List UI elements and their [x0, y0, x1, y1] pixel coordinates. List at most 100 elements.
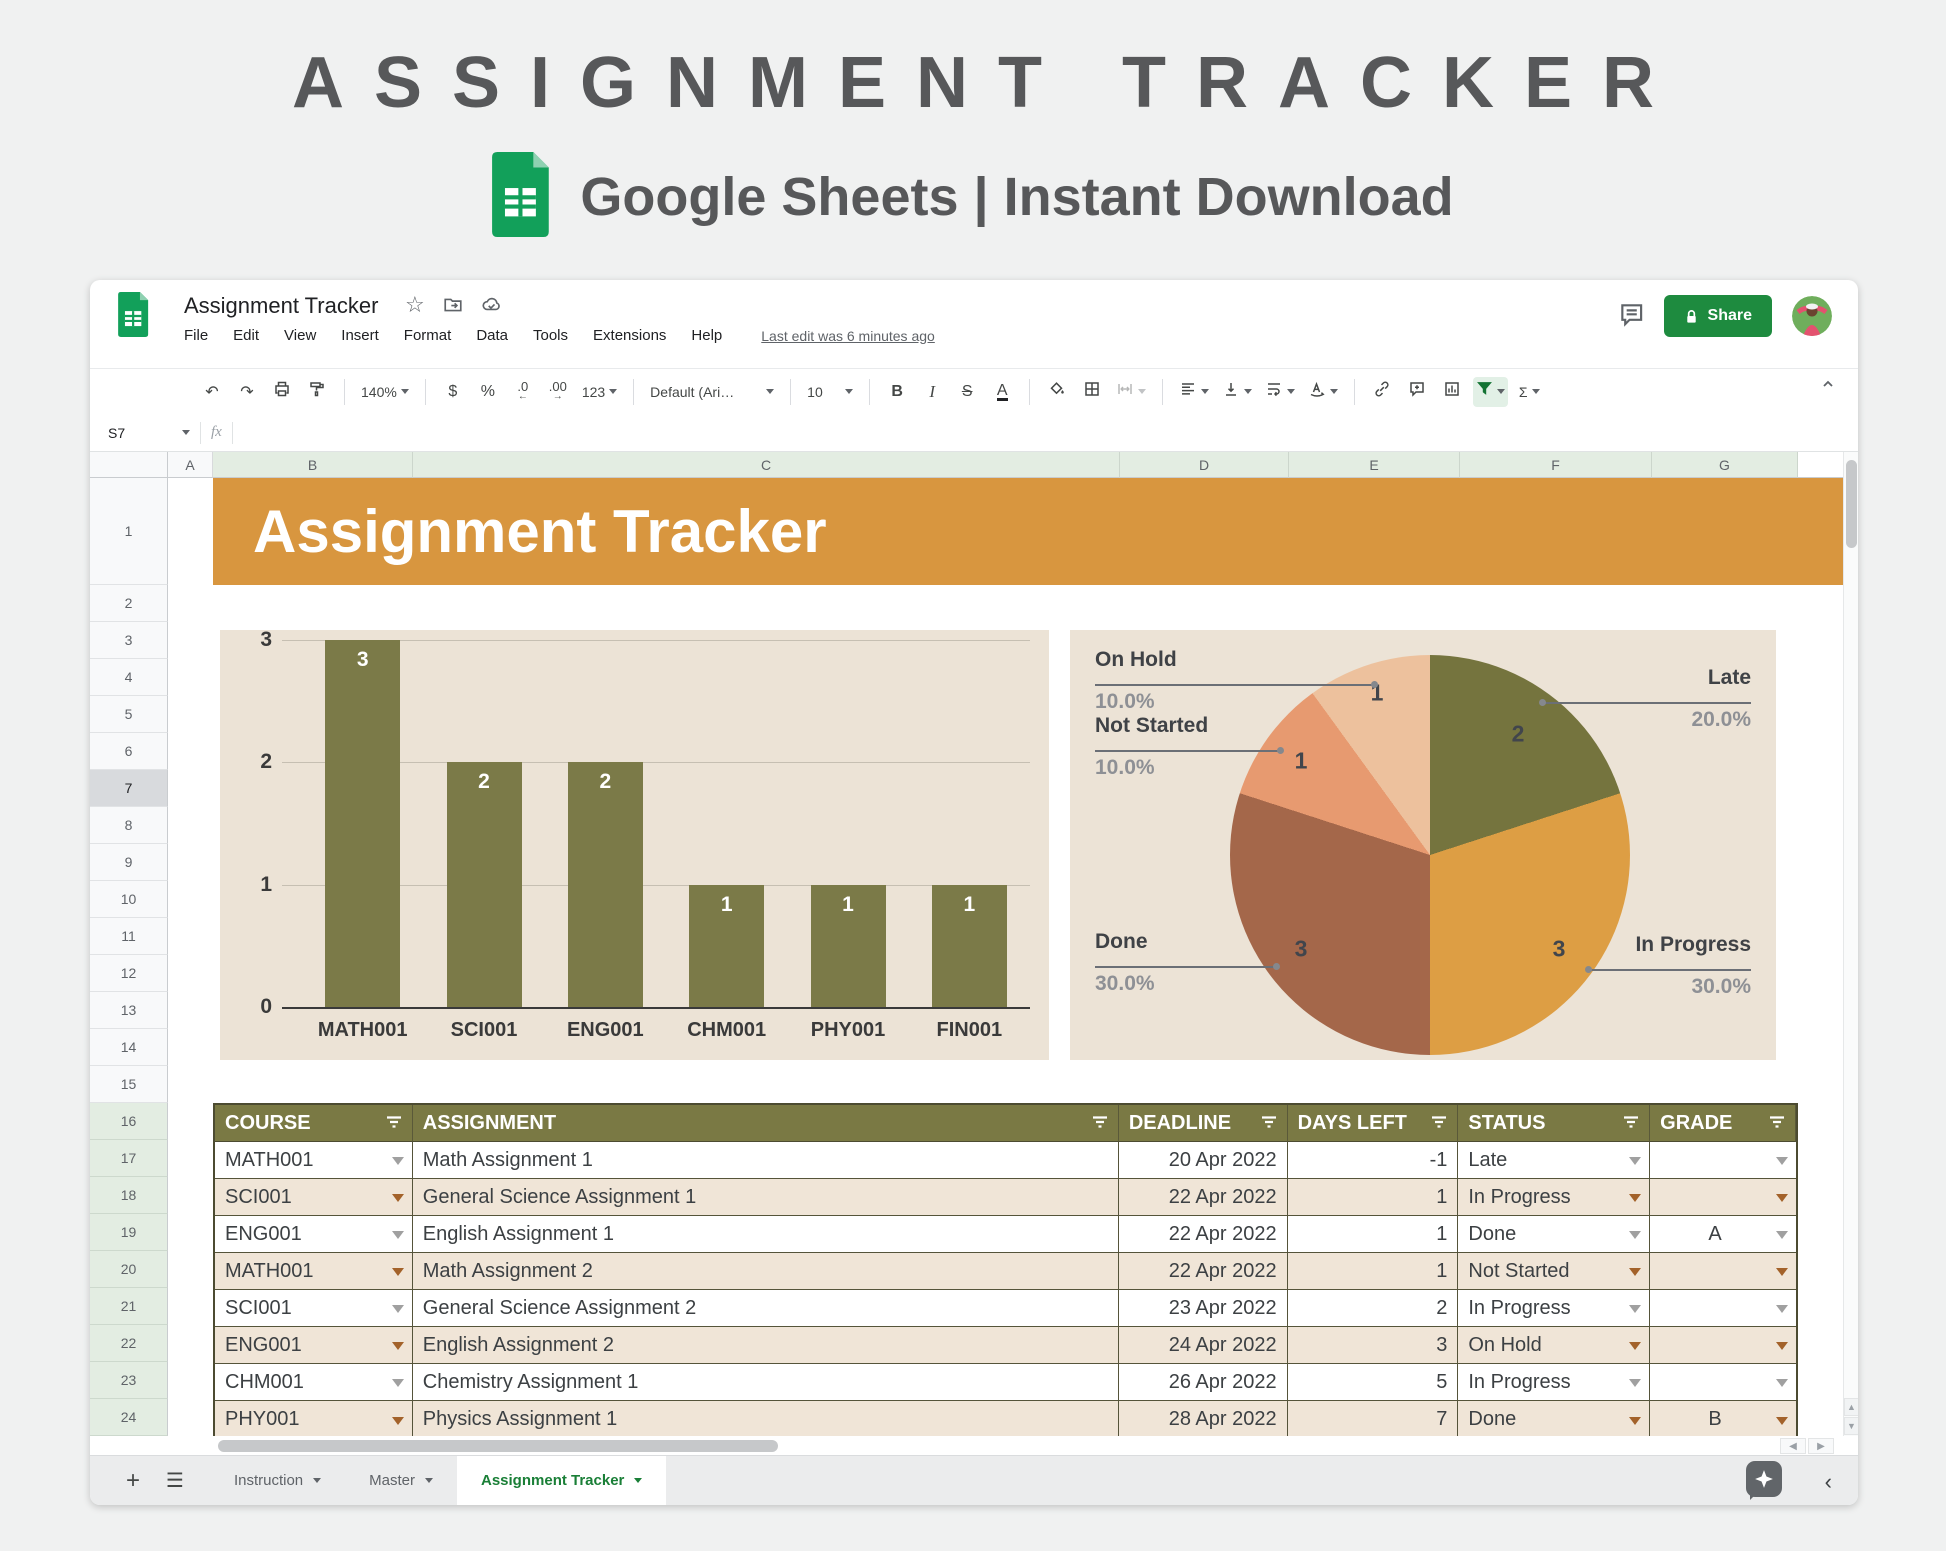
dropdown-icon[interactable] [1629, 1379, 1641, 1387]
bar-MATH001[interactable] [325, 640, 400, 1007]
row-header-9[interactable]: 9 [90, 844, 168, 881]
dropdown-icon[interactable] [1629, 1305, 1641, 1313]
dropdown-icon[interactable] [392, 1268, 404, 1276]
borders-button[interactable] [1078, 377, 1106, 407]
row-header-22[interactable]: 22 [90, 1325, 168, 1362]
menu-data[interactable]: Data [476, 327, 508, 344]
row-header-23[interactable]: 23 [90, 1362, 168, 1399]
row-header-4[interactable]: 4 [90, 659, 168, 696]
column-header-G[interactable]: G [1652, 452, 1798, 478]
deadline-cell[interactable]: 24 Apr 2022 [1119, 1327, 1288, 1364]
course-cell[interactable]: SCI001 [215, 1179, 413, 1216]
move-to-folder-icon[interactable] [443, 294, 463, 316]
status-cell[interactable]: Not Started [1458, 1253, 1650, 1290]
format-as-percent-button[interactable]: % [474, 377, 502, 407]
assignment-cell[interactable]: General Science Assignment 1 [413, 1179, 1119, 1216]
increase-decimal-places-button[interactable]: .00→ [544, 377, 572, 407]
dropdown-icon[interactable] [1776, 1417, 1788, 1425]
tab-assignment-tracker[interactable]: Assignment Tracker [457, 1456, 666, 1505]
menu-format[interactable]: Format [404, 327, 452, 344]
grade-cell[interactable]: A [1650, 1216, 1796, 1253]
dropdown-icon[interactable] [392, 1379, 404, 1387]
table-header-grade[interactable]: GRADE [1650, 1105, 1796, 1142]
insert-link-button[interactable] [1368, 377, 1396, 407]
filter-funnel-icon[interactable] [1092, 1112, 1108, 1135]
vertical-scrollbar-thumb[interactable] [1846, 460, 1857, 548]
add-sheet-icon[interactable]: + [126, 1467, 140, 1495]
strikethrough-button[interactable]: S [953, 377, 981, 407]
deadline-cell[interactable]: 26 Apr 2022 [1119, 1364, 1288, 1401]
fill-color-button[interactable] [1043, 377, 1071, 407]
undo-button[interactable]: ↶ [198, 377, 226, 407]
comment-history-icon[interactable] [1618, 301, 1644, 332]
status-cell[interactable]: In Progress [1458, 1364, 1650, 1401]
assignment-cell[interactable]: Math Assignment 1 [413, 1142, 1119, 1179]
dropdown-icon[interactable] [1776, 1305, 1788, 1313]
document-status-cloud-icon[interactable] [481, 294, 502, 316]
row-header-18[interactable]: 18 [90, 1177, 168, 1214]
row-header-15[interactable]: 15 [90, 1066, 168, 1103]
bold-button[interactable]: B [883, 377, 911, 407]
course-cell[interactable]: MATH001 [215, 1142, 413, 1179]
filter-funnel-icon[interactable] [1431, 1112, 1447, 1135]
row-header-24[interactable]: 24 [90, 1399, 168, 1436]
grade-cell[interactable] [1650, 1327, 1796, 1364]
dropdown-icon[interactable] [1629, 1157, 1641, 1165]
days-left-cell[interactable]: 2 [1288, 1290, 1459, 1327]
dropdown-icon[interactable] [1629, 1194, 1641, 1202]
menu-edit[interactable]: Edit [233, 327, 259, 344]
font-size-button[interactable]: 10 [804, 377, 856, 407]
deadline-cell[interactable]: 22 Apr 2022 [1119, 1253, 1288, 1290]
explore-icon[interactable] [1746, 1461, 1782, 1497]
row-header-14[interactable]: 14 [90, 1029, 168, 1066]
grade-cell[interactable] [1650, 1142, 1796, 1179]
doc-sheets-logo-icon[interactable] [118, 292, 151, 342]
grade-cell[interactable] [1650, 1290, 1796, 1327]
assignment-cell[interactable]: English Assignment 2 [413, 1327, 1119, 1364]
row-header-7[interactable]: 7 [90, 770, 168, 807]
select-all-corner[interactable] [90, 452, 168, 478]
bar-SCI001[interactable] [447, 762, 522, 1007]
dropdown-icon[interactable] [1776, 1268, 1788, 1276]
filter-funnel-icon[interactable] [1623, 1112, 1639, 1135]
horizontal-align-button[interactable] [1176, 377, 1212, 407]
scroll-down-icon[interactable]: ▼ [1844, 1417, 1858, 1435]
sheet-banner[interactable]: Assignment Tracker [213, 478, 1843, 585]
insert-comment-button[interactable] [1403, 377, 1431, 407]
all-sheets-icon[interactable]: ☰ [166, 1468, 184, 1493]
bar-ENG001[interactable] [568, 762, 643, 1007]
print-button[interactable] [268, 377, 296, 407]
row-header-2[interactable]: 2 [90, 585, 168, 622]
functions-button[interactable]: Σ [1515, 377, 1543, 407]
dropdown-icon[interactable] [392, 1157, 404, 1165]
row-header-8[interactable]: 8 [90, 807, 168, 844]
row-header-16[interactable]: 16 [90, 1103, 168, 1140]
dropdown-icon[interactable] [1776, 1342, 1788, 1350]
row-header-5[interactable]: 5 [90, 696, 168, 733]
collapse-side-panel-icon[interactable]: ‹ [1825, 1471, 1832, 1493]
scroll-left-icon[interactable]: ◀ [1780, 1438, 1806, 1454]
course-cell[interactable]: ENG001 [215, 1327, 413, 1364]
row-header-13[interactable]: 13 [90, 992, 168, 1029]
row-header-17[interactable]: 17 [90, 1140, 168, 1177]
grade-cell[interactable] [1650, 1253, 1796, 1290]
grade-cell[interactable] [1650, 1179, 1796, 1216]
tab-instruction[interactable]: Instruction [210, 1456, 345, 1505]
table-header-status[interactable]: STATUS [1458, 1105, 1650, 1142]
table-header-course[interactable]: COURSE [215, 1105, 413, 1142]
filter-funnel-icon[interactable] [1769, 1112, 1785, 1135]
status-cell[interactable]: Done [1458, 1216, 1650, 1253]
name-box[interactable]: S7 [90, 425, 190, 441]
text-rotation-button[interactable] [1305, 377, 1341, 407]
text-wrapping-button[interactable] [1262, 377, 1298, 407]
column-header-C[interactable]: C [413, 452, 1120, 478]
star-icon[interactable]: ☆ [405, 294, 425, 316]
tab-master[interactable]: Master [345, 1456, 457, 1505]
deadline-cell[interactable]: 22 Apr 2022 [1119, 1216, 1288, 1253]
insert-chart-button[interactable] [1438, 377, 1466, 407]
scroll-up-icon[interactable]: ▲ [1844, 1398, 1858, 1416]
dropdown-icon[interactable] [1776, 1157, 1788, 1165]
bar-chart[interactable]: 32103MATH0012SCI0012ENG0011CHM0011PHY001… [220, 630, 1049, 1060]
filter-funnel-icon[interactable] [1261, 1112, 1277, 1135]
course-cell[interactable]: ENG001 [215, 1216, 413, 1253]
